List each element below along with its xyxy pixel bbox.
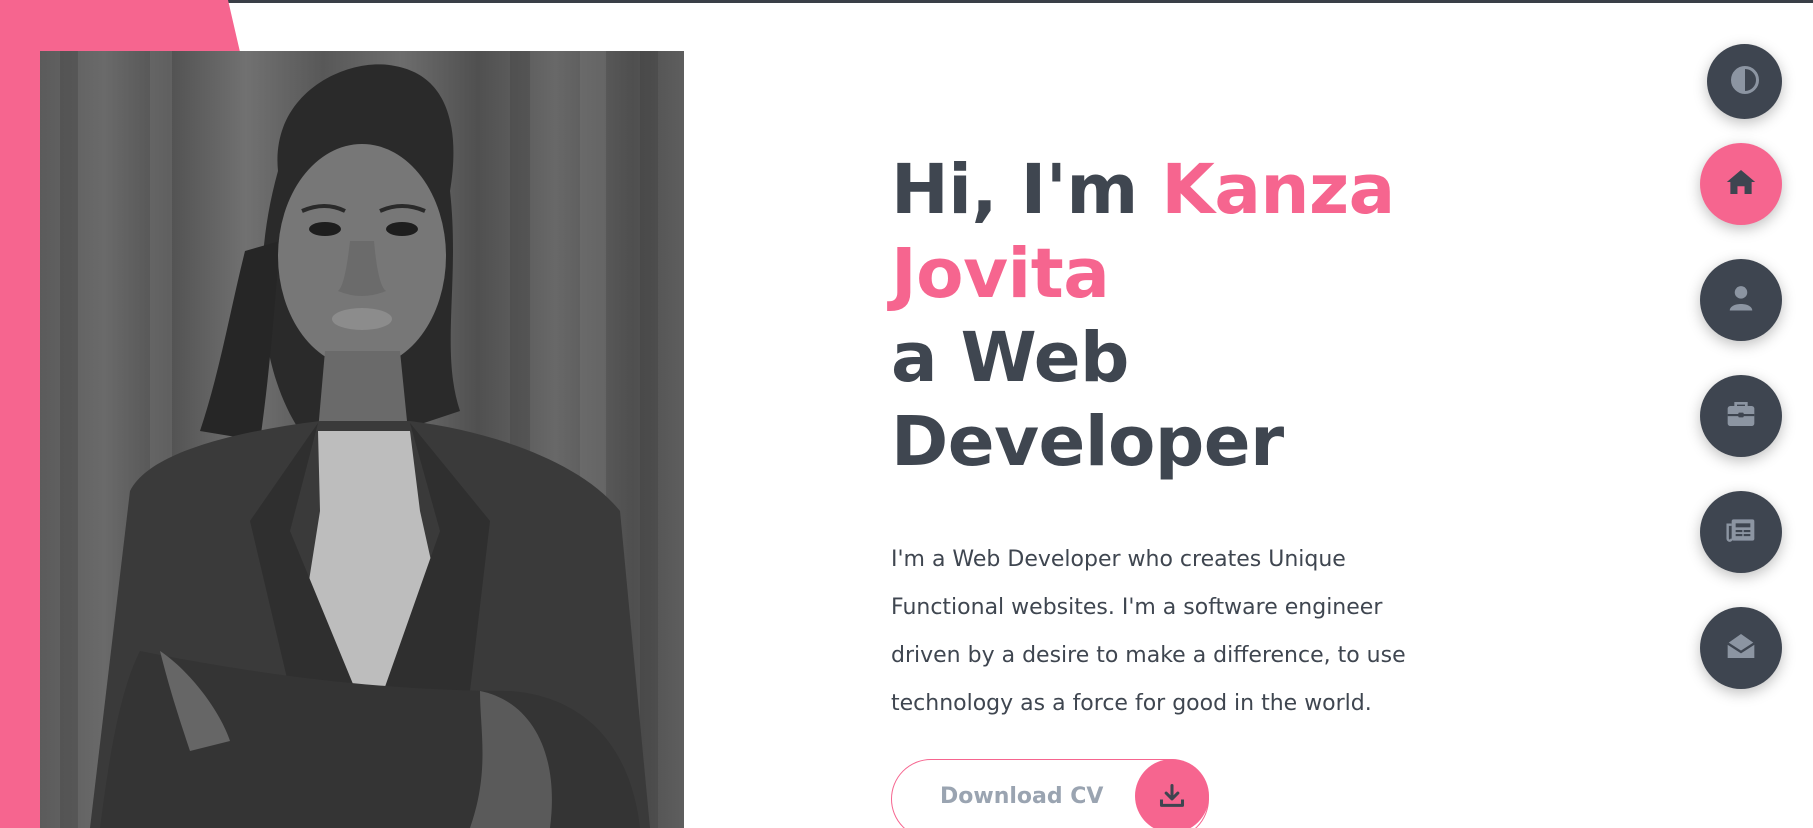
nav-blog-button[interactable] (1700, 491, 1782, 573)
name-first: Kanza (1161, 150, 1395, 230)
bio-line: I'm a Web Developer who creates Unique (891, 547, 1346, 572)
download-cv-label: Download CV (940, 784, 1104, 809)
nav-home-button[interactable] (1700, 143, 1782, 225)
theme-toggle-button[interactable] (1707, 44, 1782, 119)
download-cv-button[interactable]: Download CV (891, 759, 1209, 828)
role-line-1: a Web (891, 318, 1129, 398)
role-line-2: Developer (891, 402, 1284, 482)
nav-contact-button[interactable] (1700, 607, 1782, 689)
newspaper-icon (1725, 514, 1757, 550)
envelope-open-icon (1725, 630, 1757, 666)
download-icon (1135, 759, 1209, 828)
nav-about-button[interactable] (1700, 259, 1782, 341)
briefcase-icon (1725, 398, 1757, 434)
user-icon (1726, 283, 1756, 317)
hero-title: Hi, I'm Kanza Jovita a Web Developer (891, 148, 1451, 484)
bio-line: technology as a force for good in the wo… (891, 691, 1372, 716)
home-icon (1724, 165, 1758, 203)
nav-portfolio-button[interactable] (1700, 375, 1782, 457)
top-border (0, 0, 1813, 3)
greeting-text: Hi, I'm (891, 150, 1162, 230)
bio-line: Functional websites. I'm a software engi… (891, 595, 1383, 620)
hero-heading-block: Hi, I'm Kanza Jovita a Web Developer (891, 148, 1451, 484)
hero-bio: I'm a Web Developer who creates Unique F… (891, 536, 1411, 728)
profile-photo (40, 51, 684, 828)
contrast-icon (1730, 65, 1760, 99)
name-last: Jovita (891, 234, 1110, 314)
bio-line: driven by a desire to make a difference,… (891, 643, 1406, 668)
